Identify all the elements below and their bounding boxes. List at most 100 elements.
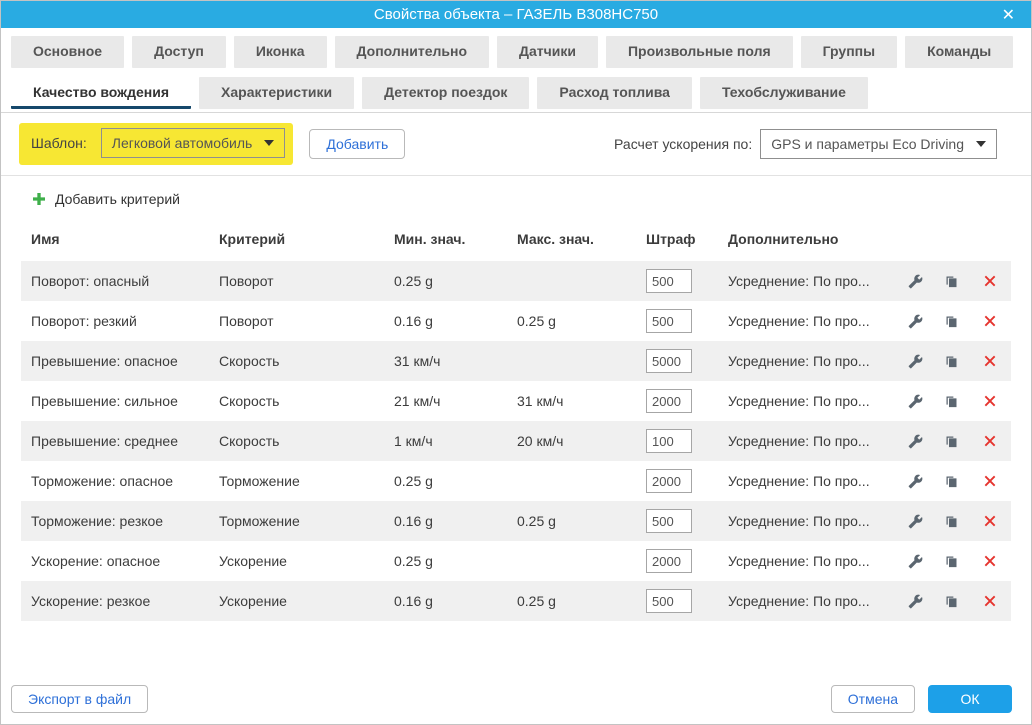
tab-label: Детектор поездок — [384, 84, 507, 100]
tab-row-1: Основное Доступ Иконка Дополнительно Дат… — [11, 36, 1021, 68]
delete-x-icon[interactable] — [969, 474, 1011, 488]
row-max: 0.25 g — [517, 513, 646, 529]
acceleration-select[interactable]: GPS и параметры Eco Driving — [760, 129, 997, 159]
copy-icon[interactable] — [933, 554, 969, 569]
row-extra: Усреднение: По про... — [728, 513, 897, 529]
delete-x-icon[interactable] — [969, 514, 1011, 528]
copy-icon[interactable] — [933, 474, 969, 489]
tab-label: Основное — [33, 43, 102, 59]
delete-x-icon[interactable] — [969, 594, 1011, 608]
row-extra: Усреднение: По про... — [728, 313, 897, 329]
close-icon[interactable]: ✕ — [1002, 1, 1015, 28]
penalty-input[interactable] — [646, 389, 692, 413]
tab-tekhobsluzhivanie[interactable]: Техобслуживание — [700, 77, 868, 109]
row-criterion: Поворот — [219, 273, 394, 289]
row-name: Торможение: резкое — [31, 513, 219, 529]
tab-raskhod-topliva[interactable]: Расход топлива — [537, 77, 692, 109]
criteria-table: Имя Критерий Мин. знач. Макс. знач. Штра… — [21, 217, 1011, 621]
row-max: 0.25 g — [517, 313, 646, 329]
add-template-button[interactable]: Добавить — [309, 129, 405, 159]
row-extra: Усреднение: По про... — [728, 553, 897, 569]
copy-icon[interactable] — [933, 514, 969, 529]
tab-komandy[interactable]: Команды — [905, 36, 1013, 68]
tab-dopolnitelno[interactable]: Дополнительно — [335, 36, 489, 68]
copy-icon[interactable] — [933, 314, 969, 329]
acceleration-group: Расчет ускорения по: GPS и параметры Eco… — [614, 129, 997, 159]
tab-kharakteristiki[interactable]: Характеристики — [199, 77, 354, 109]
ok-button[interactable]: ОК — [928, 685, 1012, 713]
template-bar: Шаблон: Легковой автомобиль Добавить Рас… — [1, 113, 1031, 175]
tab-kachestvo-vozhdeniya[interactable]: Качество вождения — [11, 77, 191, 109]
tab-datchiki[interactable]: Датчики — [497, 36, 598, 68]
penalty-input[interactable] — [646, 589, 692, 613]
edit-wrench-icon[interactable] — [897, 514, 933, 529]
tab-detektor-poezdok[interactable]: Детектор поездок — [362, 77, 529, 109]
row-criterion: Ускорение — [219, 553, 394, 569]
row-penalty-cell — [646, 269, 728, 293]
penalty-input[interactable] — [646, 509, 692, 533]
row-min: 0.25 g — [394, 473, 517, 489]
header-extra: Дополнительно — [728, 231, 897, 247]
edit-wrench-icon[interactable] — [897, 354, 933, 369]
row-criterion: Скорость — [219, 433, 394, 449]
row-extra: Усреднение: По про... — [728, 593, 897, 609]
copy-icon[interactable] — [933, 434, 969, 449]
penalty-input[interactable] — [646, 309, 692, 333]
edit-wrench-icon[interactable] — [897, 434, 933, 449]
row-penalty-cell — [646, 429, 728, 453]
penalty-input[interactable] — [646, 469, 692, 493]
row-criterion: Скорость — [219, 393, 394, 409]
tab-ikonka[interactable]: Иконка — [234, 36, 327, 68]
copy-icon[interactable] — [933, 274, 969, 289]
tab-label: Команды — [927, 43, 991, 59]
copy-icon[interactable] — [933, 354, 969, 369]
row-penalty-cell — [646, 349, 728, 373]
template-select[interactable]: Легковой автомобиль — [101, 128, 286, 158]
header-criterion: Критерий — [219, 231, 394, 247]
copy-icon[interactable] — [933, 594, 969, 609]
edit-wrench-icon[interactable] — [897, 554, 933, 569]
row-criterion: Скорость — [219, 353, 394, 369]
row-penalty-cell — [646, 589, 728, 613]
penalty-input[interactable] — [646, 549, 692, 573]
tab-label: Расход топлива — [559, 84, 670, 100]
header-max: Макс. знач. — [517, 231, 646, 247]
edit-wrench-icon[interactable] — [897, 394, 933, 409]
tab-osnovnoe[interactable]: Основное — [11, 36, 124, 68]
row-criterion: Ускорение — [219, 593, 394, 609]
template-highlight: Шаблон: Легковой автомобиль — [19, 123, 293, 165]
penalty-input[interactable] — [646, 349, 692, 373]
delete-x-icon[interactable] — [969, 554, 1011, 568]
edit-wrench-icon[interactable] — [897, 594, 933, 609]
edit-wrench-icon[interactable] — [897, 274, 933, 289]
table-row: Поворот: резкий Поворот 0.16 g 0.25 g Ус… — [21, 301, 1011, 341]
delete-x-icon[interactable] — [969, 354, 1011, 368]
row-extra: Усреднение: По про... — [728, 273, 897, 289]
delete-x-icon[interactable] — [969, 434, 1011, 448]
row-name: Поворот: опасный — [31, 273, 219, 289]
edit-wrench-icon[interactable] — [897, 474, 933, 489]
tab-gruppy[interactable]: Группы — [801, 36, 897, 68]
row-extra: Усреднение: По про... — [728, 393, 897, 409]
header-penalty: Штраф — [646, 231, 728, 247]
export-to-file-button[interactable]: Экспорт в файл — [11, 685, 148, 713]
tab-proizvolnye-polya[interactable]: Произвольные поля — [606, 36, 793, 68]
delete-x-icon[interactable] — [969, 274, 1011, 288]
penalty-input[interactable] — [646, 269, 692, 293]
row-extra: Усреднение: По про... — [728, 473, 897, 489]
add-criterion-link[interactable]: Добавить критерий — [1, 176, 180, 217]
delete-x-icon[interactable] — [969, 314, 1011, 328]
row-criterion: Торможение — [219, 473, 394, 489]
delete-x-icon[interactable] — [969, 394, 1011, 408]
cancel-button[interactable]: Отмена — [831, 685, 915, 713]
tab-dostup[interactable]: Доступ — [132, 36, 226, 68]
table-header: Имя Критерий Мин. знач. Макс. знач. Штра… — [21, 217, 1011, 261]
tab-label: Дополнительно — [357, 43, 467, 59]
dialog-titlebar: Свойства объекта – ГАЗЕЛЬ B308HC750 ✕ — [1, 1, 1031, 28]
row-name: Ускорение: резкое — [31, 593, 219, 609]
copy-icon[interactable] — [933, 394, 969, 409]
row-min: 0.16 g — [394, 313, 517, 329]
penalty-input[interactable] — [646, 429, 692, 453]
edit-wrench-icon[interactable] — [897, 314, 933, 329]
tab-label: Техобслуживание — [722, 84, 846, 100]
